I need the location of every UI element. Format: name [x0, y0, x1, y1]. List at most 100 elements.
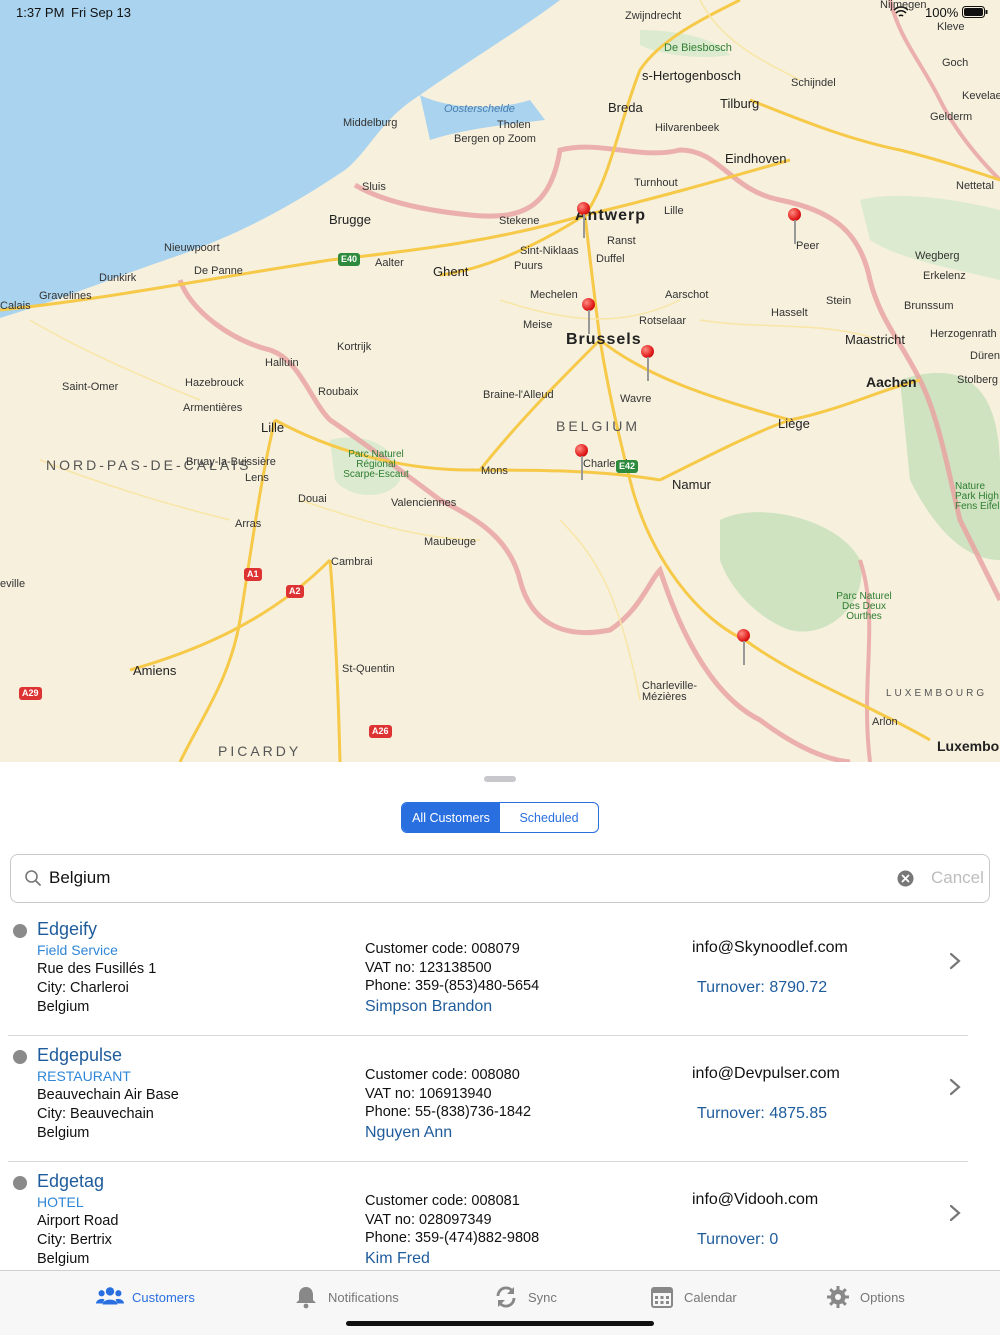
town-label: Lille: [664, 205, 684, 217]
customer-code: Customer code: 008081: [365, 1193, 520, 1209]
town-label: Düren: [970, 350, 1000, 362]
town-label: Gravelines: [39, 290, 92, 302]
town-label: Herzogenrath: [930, 328, 997, 340]
chevron-right-icon[interactable]: [948, 1077, 962, 1097]
tab-label: Notifications: [328, 1289, 399, 1305]
town-label: Aarschot: [665, 289, 709, 301]
clear-icon[interactable]: [897, 870, 914, 887]
battery-icon: [962, 6, 988, 18]
city-label: s-Hertogenbosch: [642, 68, 741, 83]
customer-row[interactable]: Edgeify Field Service Rue des Fusillés 1…: [0, 910, 1000, 1036]
park-label: De Biesbosch: [664, 42, 732, 54]
park-label: Nature Park High Fens Eifel: [955, 481, 1000, 512]
map-view[interactable]: 1:37 PM Fri Sep 13 100% NORD-PAS-DE-CALA…: [0, 0, 1000, 762]
customer-country: Belgium: [37, 1125, 90, 1141]
search-input[interactable]: [47, 867, 851, 889]
city-label: Amiens: [133, 663, 177, 678]
map-pin[interactable]: [737, 629, 751, 669]
customer-email: info@Skynoodlef.com: [692, 939, 848, 956]
city-label: Liège: [778, 416, 810, 431]
customer-turnover: Turnover: 0: [697, 1231, 779, 1248]
customer-country: Belgium: [37, 999, 90, 1015]
tab-label: Customers: [132, 1289, 195, 1305]
city-label: Wavre: [620, 393, 652, 405]
segment-scheduled[interactable]: Scheduled: [500, 803, 598, 832]
city-label: Tilburg: [720, 96, 760, 111]
city-label: Turnhout: [634, 177, 678, 189]
segment-all-customers[interactable]: All Customers: [402, 803, 500, 832]
city-label: Arras: [235, 518, 262, 530]
town-label: Nettetal: [956, 180, 994, 192]
map-pin[interactable]: [577, 202, 591, 242]
town-label: Rotselaar: [639, 315, 687, 327]
calendar-icon: [651, 1287, 673, 1308]
sheet-grabber[interactable]: [484, 776, 516, 782]
contact-name: Kim Fred: [365, 1250, 430, 1267]
customer-name: Edgepulse: [37, 1045, 123, 1065]
town-label: Stolberg: [957, 374, 998, 386]
customer-vat: VAT no: 106913940: [365, 1086, 492, 1102]
people-icon: [96, 1287, 124, 1305]
town-label: Calais: [0, 300, 31, 312]
highway-shield: E42: [616, 460, 639, 473]
status-dot: [13, 1176, 27, 1190]
town-label: Sluis: [362, 181, 386, 193]
town-label: Kevelae: [962, 90, 1000, 102]
customer-type: RESTAURANT: [37, 1068, 131, 1084]
town-label: Stekene: [499, 215, 540, 227]
customer-email: info@Vidooh.com: [692, 1191, 819, 1208]
map-pin[interactable]: [582, 298, 596, 338]
tab-sync[interactable]: Sync: [492, 1285, 557, 1309]
cancel-button[interactable]: Cancel: [931, 868, 984, 888]
town-label: Ranst: [607, 235, 636, 247]
town-label: eville: [0, 578, 26, 590]
bell-icon: [296, 1287, 316, 1309]
map-pin[interactable]: [641, 345, 655, 385]
tab-options[interactable]: Options: [824, 1285, 905, 1309]
town-label: Nijmegen: [880, 0, 927, 11]
town-label: Puurs: [514, 260, 543, 272]
town-label: Bruay-la-Buissière: [186, 456, 276, 468]
town-label: Hilvarenbeek: [655, 122, 720, 134]
tab-customers[interactable]: Customers: [96, 1285, 195, 1309]
city-label: Cambrai: [331, 556, 373, 568]
tab-notifications[interactable]: Notifications: [292, 1285, 399, 1309]
customer-type: HOTEL: [37, 1194, 84, 1210]
highway-shield: A26: [369, 725, 392, 738]
customer-address: Beauvechain Air Base: [37, 1087, 179, 1103]
customer-row[interactable]: Edgepulse RESTAURANT Beauvechain Air Bas…: [0, 1036, 1000, 1162]
search-icon: [25, 870, 41, 886]
town-label: Hazebrouck: [185, 377, 244, 389]
town-label: Kleve: [937, 21, 965, 33]
map-pin[interactable]: [788, 208, 802, 248]
contact-name: Simpson Brandon: [365, 998, 493, 1015]
customer-email: info@Devpulser.com: [692, 1065, 840, 1082]
region-label: LUXEMBOURG: [886, 688, 988, 699]
city-label: Aachen: [866, 374, 917, 390]
status-dot: [13, 1050, 27, 1064]
customer-turnover: Turnover: 4875.85: [697, 1105, 828, 1122]
map-pin[interactable]: [575, 444, 589, 484]
city-label: Lille: [261, 420, 285, 435]
town-label: Brunssum: [904, 300, 954, 312]
customer-sheet: All Customers Scheduled Cancel Edgeify F…: [0, 762, 1000, 1270]
customer-phone: Phone: 359-(474)882-9808: [365, 1230, 540, 1246]
customer-turnover: Turnover: 8790.72: [697, 979, 828, 996]
chevron-right-icon[interactable]: [948, 1203, 962, 1223]
city-label: Mechelen: [530, 289, 578, 301]
town-label: Schijndel: [791, 77, 836, 89]
contact-name: Nguyen Ann: [365, 1124, 453, 1141]
city-label: Roubaix: [318, 386, 359, 398]
customer-country: Belgium: [37, 1251, 90, 1267]
city-label: Eindhoven: [725, 151, 787, 166]
customer-address: Rue des Fusillés 1: [37, 961, 157, 977]
chevron-right-icon[interactable]: [948, 951, 962, 971]
city-label: Mons: [481, 465, 508, 477]
customer-code: Customer code: 008080: [365, 1067, 520, 1083]
town-label: Saint-Omer: [62, 381, 119, 393]
customer-phone: Phone: 359-(853)480-5654: [365, 978, 540, 994]
city-label: Lens: [245, 472, 269, 484]
city-label: Charleville-Mézières: [642, 680, 698, 703]
town-label: Wegberg: [915, 250, 960, 262]
tab-calendar[interactable]: Calendar: [648, 1285, 737, 1309]
